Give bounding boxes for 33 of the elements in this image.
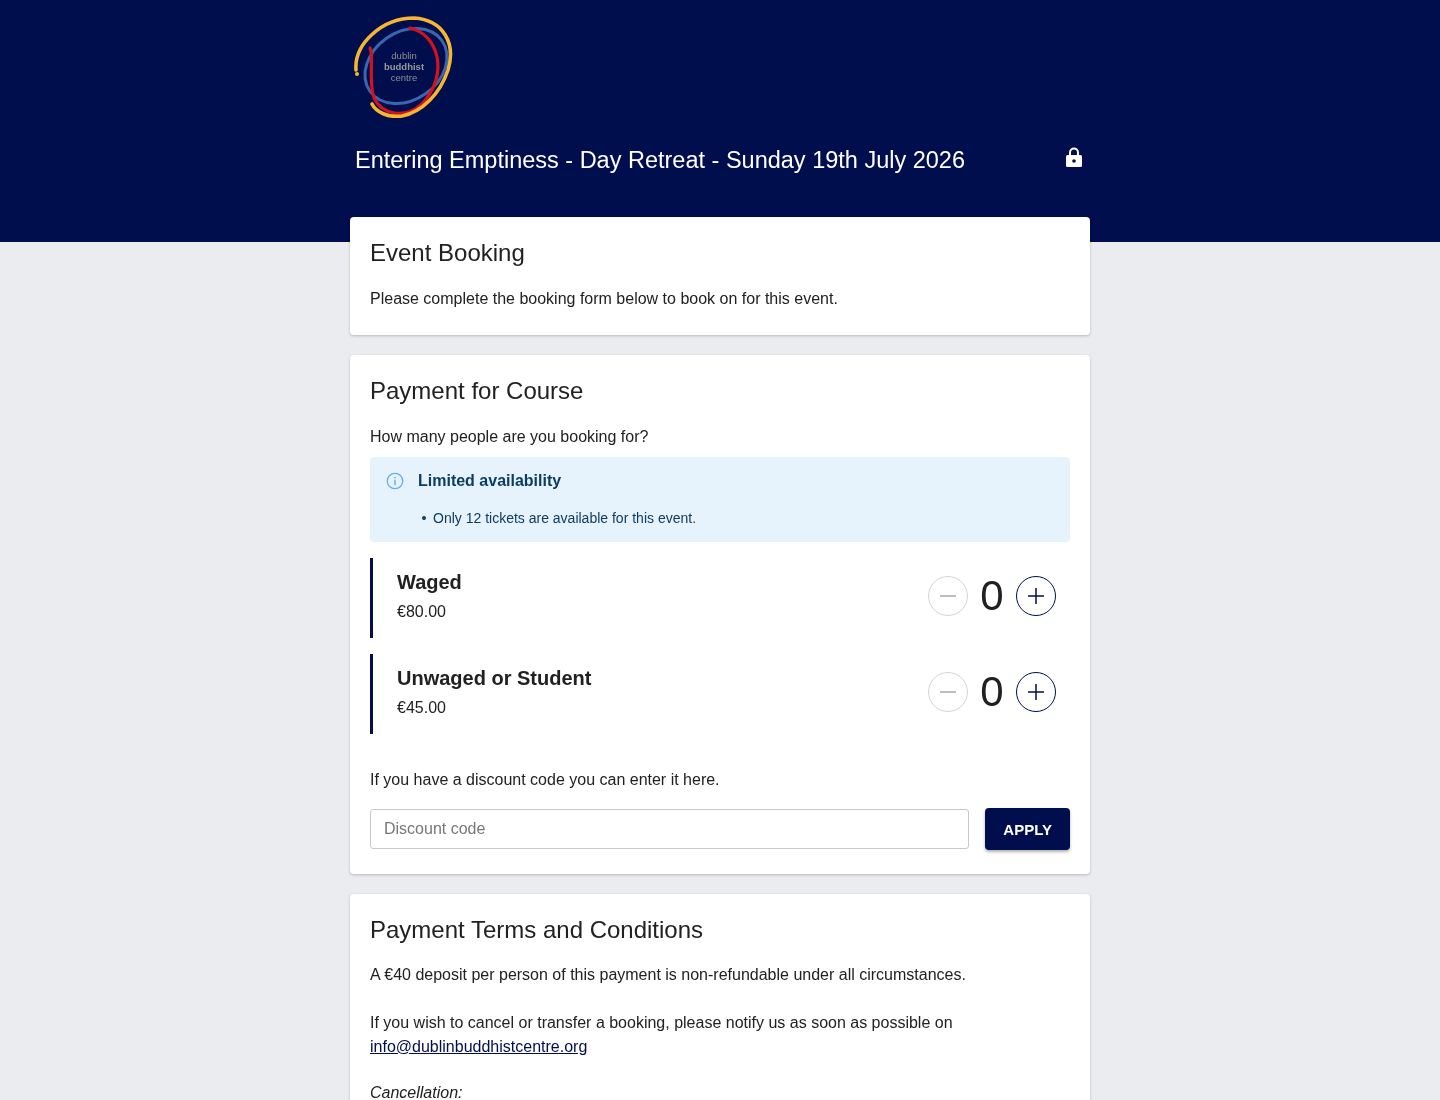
terms-paragraph: If you wish to cancel or transfer a booking, please notify us as soon as possible on info@dublinbuddhistcentre.org [370, 1013, 954, 1057]
card-heading: Event Booking [370, 238, 526, 268]
logo-text: buddhist [383, 60, 425, 72]
ticket-count: 0 [979, 670, 1005, 714]
terms-subheading: Cancellation: [370, 1083, 464, 1100]
lock-icon [1066, 147, 1082, 167]
intro-text: Please complete the booking form below to book on for this event. [370, 289, 839, 309]
apply-button[interactable]: APPLY [985, 808, 1070, 850]
increase-button[interactable] [1016, 672, 1056, 712]
ticket-name: Unwaged or Student [397, 666, 592, 691]
bullet-icon [422, 516, 426, 520]
ticket-name: Waged [397, 570, 462, 595]
discount-code-field[interactable]: Discount code [370, 809, 970, 849]
info-icon [386, 472, 404, 490]
increase-button[interactable] [1016, 576, 1056, 616]
discount-prompt: If you have a discount code you can enter it here. [370, 770, 721, 790]
minus-icon [940, 691, 956, 693]
card-heading: Payment Terms and Conditions [370, 915, 705, 945]
plus-icon [1028, 684, 1044, 700]
plus-icon [1028, 588, 1044, 604]
ticket-count: 0 [979, 574, 1005, 618]
logo-text: centre [390, 71, 418, 83]
notice-title: Limited availability [418, 471, 562, 491]
ticket-price: €80.00 [397, 602, 447, 622]
notice-text: Only 12 tickets are available for this event. [433, 509, 697, 528]
email-link[interactable]: info@dublinbuddhistcentre.org [370, 1038, 588, 1055]
card-heading: Payment for Course [370, 376, 585, 406]
logo-text: dublin [391, 49, 417, 61]
minus-icon [940, 595, 956, 597]
question-text: How many people are you booking for? [370, 427, 650, 447]
event-title: Entering Emptiness - Day Retreat - Sunday 19th July 2026 [355, 146, 965, 175]
terms-paragraph: A €40 deposit per person of this payment is non-refundable under all circumstances. [370, 965, 967, 985]
ticket-price: €45.00 [397, 698, 447, 718]
